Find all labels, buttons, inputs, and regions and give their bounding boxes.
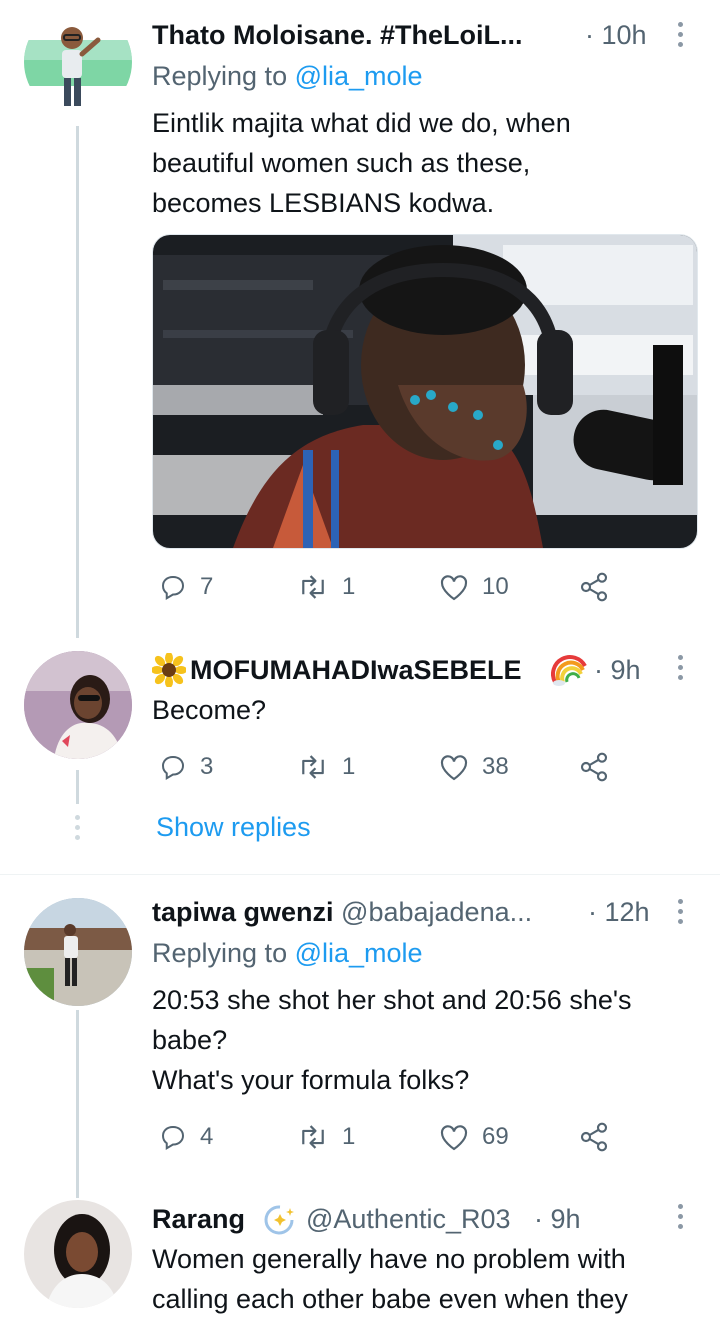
avatar[interactable]: [24, 1200, 132, 1308]
thread-continuation-dots: [75, 815, 80, 845]
retweet-button[interactable]: 1: [296, 747, 355, 787]
tweet-text-line: calling each other babe even when they: [152, 1284, 628, 1314]
reply-count: 7: [200, 573, 214, 600]
replying-to-handle-link[interactable]: @lia_mole: [295, 938, 423, 968]
like-button[interactable]: 10: [438, 567, 509, 607]
tweet-text-line: becomes LESBIANS kodwa.: [152, 188, 495, 218]
divider: [0, 874, 720, 875]
avatar[interactable]: [24, 898, 132, 1006]
retweet-icon: [302, 1125, 324, 1149]
like-button[interactable]: 38: [438, 747, 509, 787]
author-name[interactable]: MOFUMAHADIwaSEBELE: [190, 655, 522, 686]
sunflower-icon: [151, 652, 187, 688]
show-replies-link[interactable]: Show replies: [156, 812, 311, 843]
reply-icon: [161, 575, 185, 601]
replying-to: Replying to @lia_mole: [152, 938, 423, 969]
reply-icon: [161, 755, 185, 781]
heart-icon: [440, 575, 468, 601]
author-handle: @babajadena...: [341, 897, 533, 927]
retweet-count: 1: [342, 1123, 356, 1150]
more-options-icon[interactable]: [676, 22, 684, 52]
share-button[interactable]: [578, 567, 622, 607]
replying-to-handle-link[interactable]: @lia_mole: [295, 61, 423, 91]
retweet-icon: [302, 575, 324, 599]
heart-icon: [440, 1125, 468, 1151]
author-name[interactable]: tapiwa gwenzi @babajadena...: [152, 897, 532, 928]
more-options-icon[interactable]: [676, 899, 684, 929]
tweet-time[interactable]: · 12h: [588, 897, 650, 928]
share-icon: [580, 1122, 608, 1152]
like-button[interactable]: 69: [438, 1117, 509, 1157]
tweet-time[interactable]: · 10h: [585, 20, 647, 51]
tweet-text-line: beautiful women such as these,: [152, 148, 531, 178]
tweet-time[interactable]: · 9h: [594, 655, 641, 686]
author-name[interactable]: Rarang: [152, 1204, 245, 1235]
reply-icon: [161, 1125, 185, 1151]
author-display-name: tapiwa gwenzi: [152, 897, 334, 927]
share-icon: [580, 572, 608, 602]
thread-line: [76, 126, 79, 638]
like-count: 10: [482, 573, 509, 600]
share-button[interactable]: [578, 747, 622, 787]
share-button[interactable]: [578, 1117, 622, 1157]
rainbow-icon: [551, 652, 587, 686]
reply-button[interactable]: 3: [158, 747, 213, 787]
tweet-text-line: Eintlik majita what did we do, when: [152, 108, 571, 138]
avatar[interactable]: [24, 651, 132, 759]
tweet-text-line: Women generally have no problem with: [152, 1244, 626, 1274]
replying-to-prefix: Replying to: [152, 938, 295, 968]
author-display-name: Rarang: [152, 1204, 246, 1234]
reply-button[interactable]: 7: [158, 567, 213, 607]
retweet-count: 1: [342, 573, 356, 600]
tweet-text-line: Become?: [152, 695, 267, 725]
retweet-icon: [302, 755, 324, 779]
more-options-icon[interactable]: [676, 655, 684, 685]
tweet-text: Women generally have no problem with cal…: [152, 1239, 628, 1319]
tweet-text-line: babe?: [152, 1025, 228, 1055]
tweet-text-line: What's your formula folks?: [152, 1065, 470, 1095]
thread-line: [76, 1010, 79, 1198]
tweet-text: 20:53 she shot her shot and 20:56 she's …: [152, 980, 632, 1100]
tweet-text: Become?: [152, 690, 266, 730]
heart-icon: [440, 755, 468, 781]
sparkles-icon: [262, 1204, 298, 1236]
reply-button[interactable]: 4: [158, 1117, 213, 1157]
share-icon: [580, 752, 608, 782]
tweet-text: Eintlik majita what did we do, when beau…: [152, 103, 571, 223]
reply-count: 4: [200, 1123, 214, 1150]
tweet-text-line: 20:53 she shot her shot and 20:56 she's: [152, 985, 632, 1015]
author-name[interactable]: Thato Moloisane. #TheLoiL...: [152, 20, 523, 51]
replying-to-prefix: Replying to: [152, 61, 295, 91]
avatar[interactable]: [24, 8, 132, 116]
like-count: 69: [482, 1123, 509, 1150]
like-count: 38: [482, 753, 509, 780]
thread-line: [76, 770, 79, 804]
reply-count: 3: [200, 753, 214, 780]
tweet-media-image[interactable]: [152, 234, 698, 549]
retweet-button[interactable]: 1: [296, 567, 355, 607]
retweet-button[interactable]: 1: [296, 1117, 355, 1157]
replying-to: Replying to @lia_mole: [152, 61, 423, 92]
retweet-count: 1: [342, 753, 356, 780]
more-options-icon[interactable]: [676, 1204, 684, 1234]
tweet-time[interactable]: · 9h: [534, 1204, 581, 1235]
author-handle[interactable]: @Authentic_R03: [306, 1204, 511, 1235]
